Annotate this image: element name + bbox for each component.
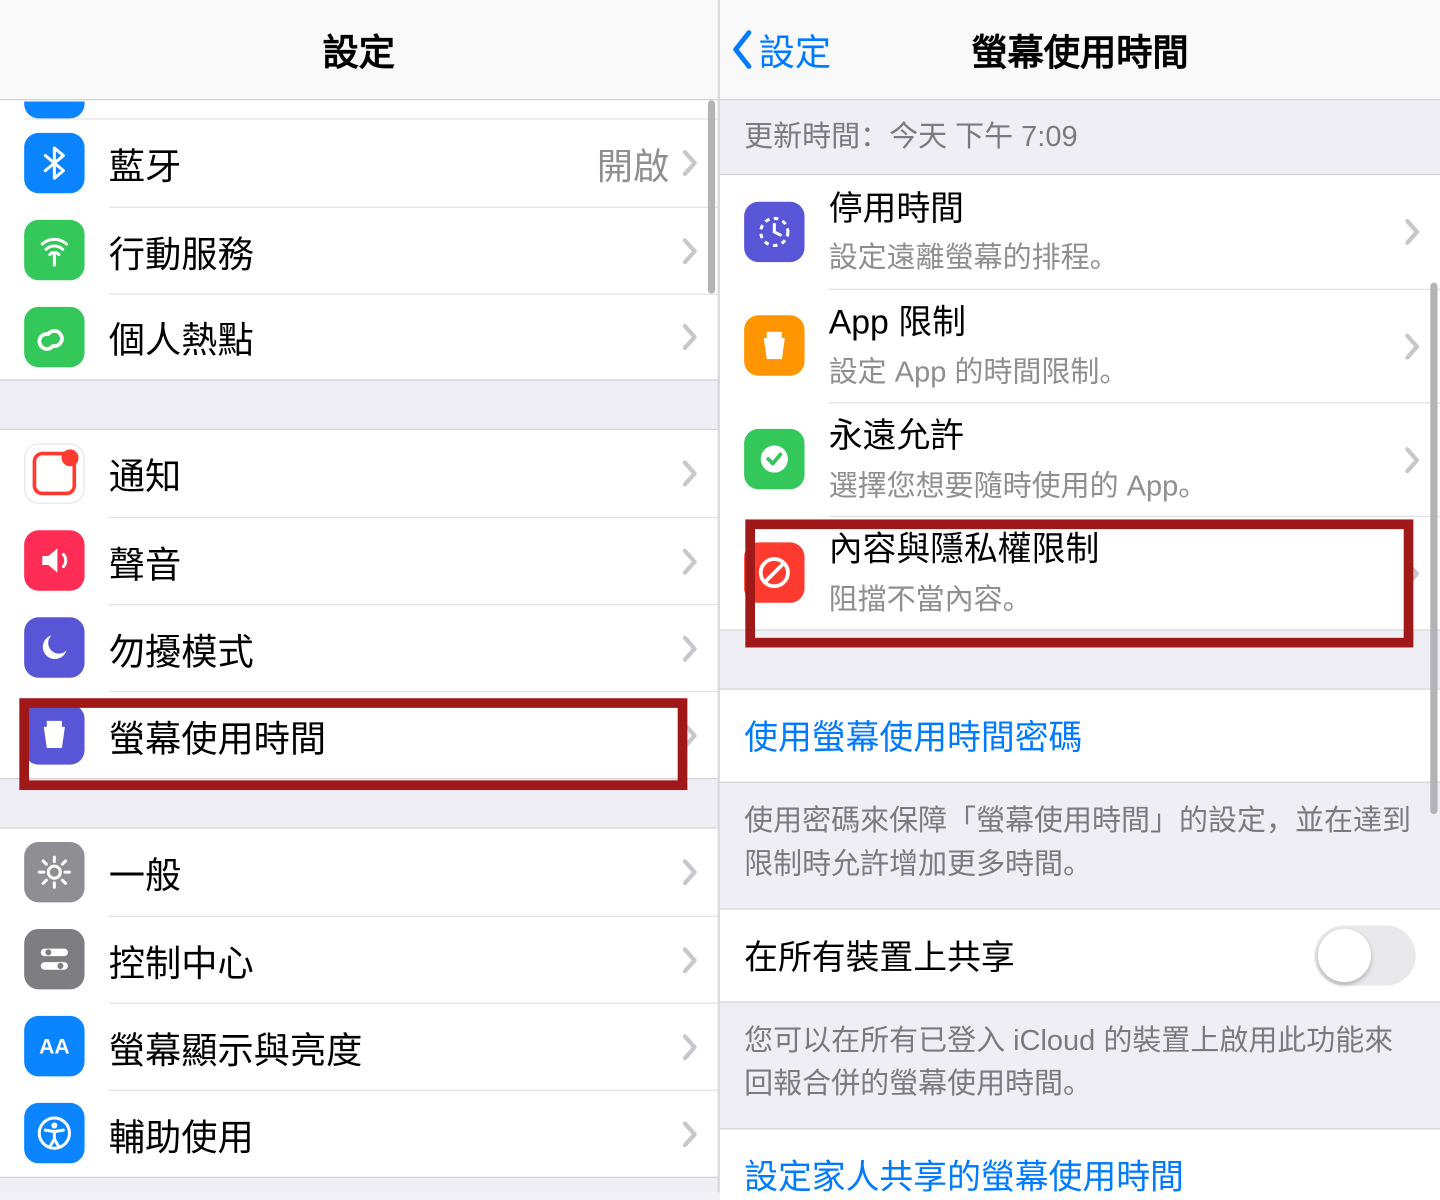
scroll-indicator[interactable] [1430,283,1437,815]
chevron-right-icon [681,945,698,974]
chevron-right-icon [1404,217,1421,246]
chevron-right-icon [681,323,698,352]
link-family-label: 設定家人共享的螢幕使用時間 [744,1151,1184,1199]
sub-content: 阻擋不當內容。 [829,575,1404,617]
alwaysallowed-icon [744,429,804,489]
chevron-right-icon [1404,559,1421,588]
controlcenter-icon [24,929,84,989]
chevron-right-icon [681,1032,698,1061]
link-passcode[interactable]: 使用螢幕使用時間密碼 [720,690,1440,782]
group-general: 一般 控制中心 AA 螢幕顯示與亮度 [0,827,718,1177]
sub-applimits: 設定 App 的時間限制。 [829,348,1404,390]
downtime-icon [744,202,804,262]
label-hotspot: 個人熱點 [109,310,682,363]
chevron-right-icon [681,1119,698,1148]
switch-share[interactable] [1314,925,1415,985]
updated-text: 更新時間：今天 下午 7:09 [720,100,1440,174]
row-accessibility[interactable]: 輔助使用 [0,1090,718,1177]
screentime-icon [24,704,84,764]
accessibility-icon [24,1103,84,1163]
hotspot-icon [24,306,84,366]
row-screentime[interactable]: 螢幕使用時間 [0,691,718,778]
settings-header: 設定 [0,0,718,100]
generic-icon [24,101,84,118]
label-notifications: 通知 [109,447,682,500]
chevron-left-icon [730,28,757,71]
screentime-group: 停用時間 設定遠離螢幕的排程。 App 限制 設定 App 的時間限制。 [720,174,1440,631]
chevron-right-icon [681,721,698,750]
title-content: 內容與隱私權限制 [829,529,1404,570]
back-label: 設定 [759,23,831,76]
cellular-icon [24,220,84,280]
label-display: 螢幕顯示與亮度 [109,1020,682,1073]
row-controlcenter[interactable]: 控制中心 [0,916,718,1003]
group-notifications: 通知 聲音 勿擾模式 [0,429,718,779]
label-controlcenter: 控制中心 [109,933,682,986]
label-share: 在所有裝置上共享 [744,931,1015,979]
footer-share: 您可以在所有已登入 iCloud 的裝置上啟用此功能來回報合併的螢幕使用時間。 [720,1003,1440,1129]
label-accessibility: 輔助使用 [109,1107,682,1160]
row-share[interactable]: 在所有裝置上共享 [720,910,1440,1002]
link-family[interactable]: 設定家人共享的螢幕使用時間 [720,1129,1440,1200]
title-alwaysallowed: 永遠允許 [829,416,1404,457]
chevron-right-icon [681,149,698,178]
sub-downtime: 設定遠離螢幕的排程。 [829,234,1404,276]
settings-pane: 設定 藍牙 開啟 行動服務 [0,0,720,1192]
chevron-right-icon [1404,332,1421,361]
chevron-right-icon [1404,445,1421,474]
row-cellular[interactable]: 行動服務 [0,207,718,294]
label-dnd: 勿擾模式 [109,622,682,675]
row-alwaysallowed[interactable]: 永遠允許 選擇您想要隨時使用的 App。 [720,402,1440,516]
chevron-right-icon [681,634,698,663]
chevron-right-icon [681,459,698,488]
screentime-pane: 設定 螢幕使用時間 更新時間：今天 下午 7:09 停用時間 設定遠離螢幕的排程… [720,0,1440,1192]
row-applimits[interactable]: App 限制 設定 App 的時間限制。 [720,289,1440,403]
dnd-icon [24,617,84,677]
content-icon [744,542,804,602]
chevron-right-icon [681,236,698,265]
row-dnd[interactable]: 勿擾模式 [0,604,718,691]
general-icon [24,842,84,902]
settings-title: 設定 [323,23,395,76]
screentime-header: 設定 螢幕使用時間 [720,0,1440,100]
bluetooth-icon [24,133,84,193]
scroll-indicator[interactable] [708,100,715,293]
label-bluetooth: 藍牙 [109,137,597,190]
notifications-icon [24,443,84,503]
detail-bluetooth: 開啟 [597,137,669,190]
row-general[interactable]: 一般 [0,829,718,916]
link-passcode-label: 使用螢幕使用時間密碼 [744,712,1082,760]
label-general: 一般 [109,846,682,899]
row-sound[interactable]: 聲音 [0,517,718,604]
label-screentime: 螢幕使用時間 [109,708,682,761]
chevron-right-icon [681,547,698,576]
screentime-title: 螢幕使用時間 [971,23,1188,76]
chevron-right-icon [681,858,698,887]
sound-icon [24,530,84,590]
footer-passcode: 使用密碼來保障「螢幕使用時間」的設定，並在達到限制時允許增加更多時間。 [720,783,1440,909]
display-icon: AA [24,1016,84,1076]
row-content-privacy[interactable]: 內容與隱私權限制 阻擋不當內容。 [720,516,1440,630]
row-display[interactable]: AA 螢幕顯示與亮度 [0,1003,718,1090]
row-bluetooth[interactable]: 藍牙 開啟 [0,120,718,207]
back-button[interactable]: 設定 [730,0,831,99]
sub-alwaysallowed: 選擇您想要隨時使用的 App。 [829,461,1404,503]
row-partial[interactable] [24,100,717,119]
title-applimits: App 限制 [829,302,1404,343]
label-sound: 聲音 [109,535,682,588]
label-cellular: 行動服務 [109,224,682,277]
applimits-icon [744,315,804,375]
row-downtime[interactable]: 停用時間 設定遠離螢幕的排程。 [720,175,1440,289]
svg-text:AA: AA [39,1036,70,1059]
title-downtime: 停用時間 [829,188,1404,229]
row-hotspot[interactable]: 個人熱點 [0,294,718,381]
row-notifications[interactable]: 通知 [0,430,718,517]
